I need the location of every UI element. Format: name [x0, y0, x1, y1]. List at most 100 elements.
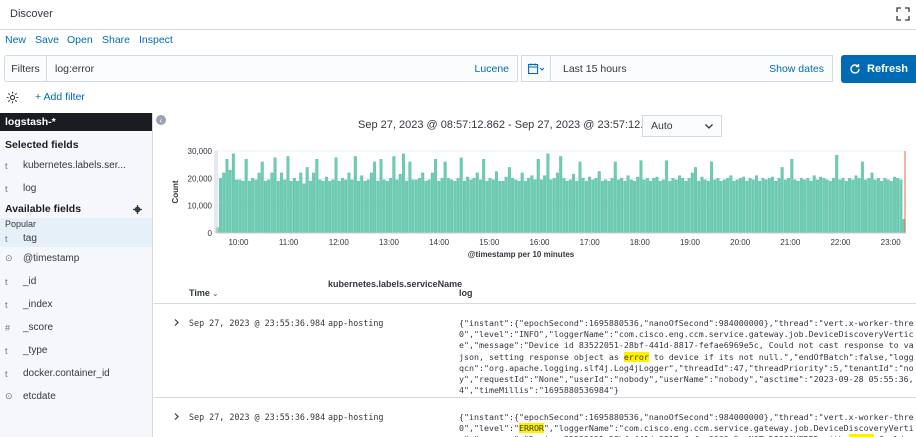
- new-button[interactable]: New: [5, 34, 26, 46]
- histogram-bar: [373, 161, 377, 234]
- field-item[interactable]: ⊙ etcdate: [0, 385, 152, 408]
- histogram-bar: [572, 174, 576, 234]
- histogram-bar: [398, 174, 402, 234]
- column-header-time[interactable]: Time ⌄: [189, 288, 218, 298]
- histogram-bar: [405, 180, 409, 234]
- log-line: 0","level":"ERROR","loggerName":"com.cis…: [459, 423, 914, 434]
- fullscreen-icon[interactable]: [896, 7, 910, 21]
- histogram-bar: [700, 176, 704, 234]
- histogram-bar: [620, 178, 624, 234]
- field-item[interactable]: ⊙ @timestamp: [0, 247, 152, 270]
- histogram-bar: [764, 179, 768, 234]
- histogram-bar: [453, 180, 457, 234]
- histogram-bar: [655, 176, 659, 234]
- histogram-bar: [674, 179, 678, 234]
- table-row[interactable]: Sep 27, 2023 @ 23:55:36.984 app-hosting {"…: [154, 303, 916, 397]
- table-row[interactable]: Sep 27, 2023 @ 23:55:36.984 app-hosting {"…: [154, 397, 916, 437]
- histogram-bar: [504, 176, 508, 234]
- refresh-button[interactable]: Refresh: [841, 55, 916, 83]
- histogram-bar: [671, 178, 675, 234]
- date-range-display[interactable]: Last 15 hours Show dates: [551, 55, 833, 82]
- save-button[interactable]: Save: [35, 34, 59, 46]
- field-item[interactable]: # _score: [0, 316, 152, 339]
- histogram-bar: [889, 180, 893, 234]
- log-text: {"instant":{"epochSecond":1695880536,"na…: [459, 412, 914, 422]
- histogram-bar: [787, 178, 791, 234]
- show-dates-button[interactable]: Show dates: [769, 63, 824, 75]
- chevron-right-icon[interactable]: [172, 412, 181, 421]
- index-pattern-selector[interactable]: logstash-*: [0, 113, 152, 131]
- histogram-bar: [556, 172, 559, 234]
- histogram-bar: [774, 180, 778, 234]
- field-type-icon: ⊙: [5, 391, 13, 401]
- filters-button[interactable]: Filters: [4, 55, 46, 82]
- popular-fields-group: Popular t tag: [0, 218, 152, 247]
- chevron-right-icon[interactable]: [172, 318, 181, 327]
- field-name: @timestamp: [23, 253, 80, 264]
- sort-icon[interactable]: ⌄: [212, 291, 218, 298]
- log-line: {"instant":{"epochSecond":1695880536,"na…: [459, 412, 914, 423]
- gear-icon[interactable]: [133, 205, 142, 214]
- column-header-service[interactable]: kubernetes.labels.serviceName: [328, 279, 462, 289]
- histogram-bar: [867, 178, 871, 234]
- histogram-bar: [812, 175, 816, 234]
- gear-icon[interactable]: [6, 91, 19, 104]
- interval-select[interactable]: Auto: [642, 115, 722, 137]
- share-button[interactable]: Share: [102, 34, 130, 46]
- field-type-icon: t: [5, 299, 8, 310]
- histogram-bar: [665, 160, 669, 234]
- field-type-icon: #: [5, 322, 11, 333]
- field-item[interactable]: t _type: [0, 339, 152, 362]
- x-tick-label: 13:00: [379, 238, 400, 247]
- x-tick-label: 15:00: [479, 238, 500, 247]
- histogram-bar: [755, 175, 758, 234]
- field-item[interactable]: t log: [0, 177, 152, 200]
- open-button[interactable]: Open: [67, 34, 93, 46]
- column-header-log[interactable]: log: [459, 288, 473, 298]
- histogram-bar: [629, 179, 633, 234]
- histogram-bar: [745, 180, 749, 234]
- histogram-bar: [626, 175, 630, 234]
- histogram-bar: [498, 180, 502, 234]
- histogram-bar: [247, 180, 251, 234]
- field-item[interactable]: t _index: [0, 293, 152, 316]
- histogram-bar: [379, 159, 383, 234]
- histogram-bar: [783, 179, 787, 234]
- date-picker-button[interactable]: [521, 55, 551, 82]
- histogram-bar: [299, 172, 303, 234]
- refresh-label: Refresh: [867, 63, 908, 75]
- histogram-bar: [392, 156, 396, 234]
- histogram-bar: [584, 180, 588, 234]
- log-line: 0","level":"INFO","loggerName":"com.cisc…: [459, 329, 914, 340]
- histogram-bar: [450, 179, 454, 234]
- histogram-bar: [523, 180, 527, 234]
- histogram-bar: [854, 175, 858, 234]
- histogram-bar: [511, 178, 515, 234]
- y-tick-label: 20,000: [188, 174, 213, 183]
- histogram-bar: [870, 172, 874, 234]
- x-tick-label: 22:00: [830, 238, 851, 247]
- field-type-icon: t: [5, 160, 8, 171]
- log-line: y","requestId":"None","userId":"nobody",…: [459, 374, 914, 385]
- field-item[interactable]: t docker.container_id: [0, 362, 152, 385]
- collapse-sidebar-button[interactable]: ‹: [156, 115, 166, 125]
- add-filter-button[interactable]: + Add filter: [35, 91, 85, 103]
- histogram-chart[interactable]: 0 10,000 20,000 30,000 Count 10:00 11:00 12:00 1…: [154, 143, 916, 273]
- field-item[interactable]: t tag: [0, 230, 152, 247]
- field-item[interactable]: t _id: [0, 270, 152, 293]
- histogram-bar: [267, 179, 271, 234]
- histogram-bar: [758, 180, 762, 234]
- inspect-button[interactable]: Inspect: [139, 34, 173, 46]
- histogram-bar: [594, 178, 598, 234]
- histogram-bar: [690, 172, 694, 234]
- field-name: _index: [23, 299, 53, 310]
- selected-fields-list: t kubernetes.labels.ser... t log: [0, 154, 152, 200]
- refresh-icon: [850, 64, 860, 74]
- histogram-bar: [751, 179, 755, 234]
- histogram-bar: [427, 179, 431, 234]
- histogram-bar: [421, 172, 425, 234]
- log-text: 0","level":": [459, 423, 519, 434]
- search-input[interactable]: log:error Lucene: [46, 55, 518, 82]
- field-item[interactable]: t kubernetes.labels.ser...: [0, 154, 152, 177]
- query-language-button[interactable]: Lucene: [475, 63, 509, 75]
